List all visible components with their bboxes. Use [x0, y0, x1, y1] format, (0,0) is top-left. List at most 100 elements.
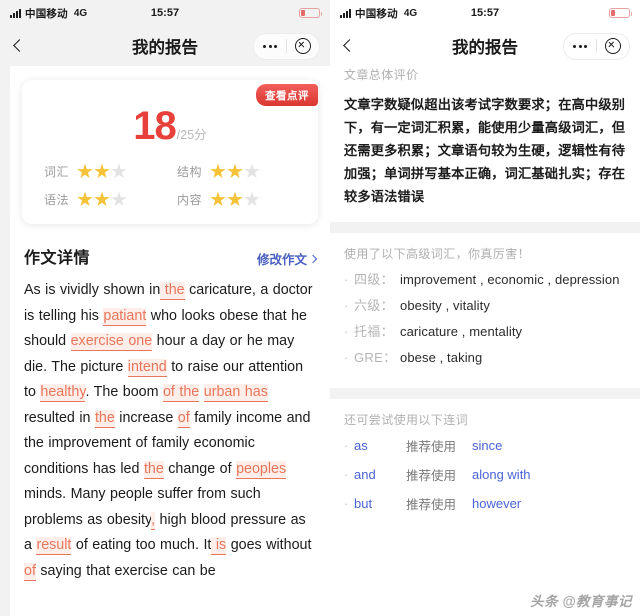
status-left-group: 中国移动 4G: [340, 6, 417, 21]
close-circle-icon: [295, 38, 311, 54]
more-menu-button[interactable]: [254, 34, 286, 59]
right-content: 文章总体评价 文章字数疑似超出该考试字数要求；在高中级别下，有一定词汇积累，能使…: [330, 66, 640, 616]
carrier-label: 中国移动: [25, 7, 68, 20]
star-filled-icon: [227, 191, 243, 207]
vocabulary-list: · 四级： improvement , economic , depression ·…: [330, 268, 640, 388]
metric-label: 结构: [177, 165, 203, 179]
metric-grid: 词汇 结构 语法 内容: [22, 163, 318, 208]
essay-section-title: 作文详情: [24, 250, 91, 267]
conjunction-suggested-word[interactable]: however: [472, 496, 626, 511]
score-card: 查看点评 18/25分 词汇 结构 语法 内容: [22, 80, 318, 224]
ellipsis-icon: [573, 44, 587, 48]
vocabulary-row: · 托福： caricature , mentality: [344, 322, 626, 341]
back-button[interactable]: [340, 38, 356, 54]
metric-label: 内容: [177, 193, 203, 207]
left-phone-screen: 中国移动 4G 15:57 我的报告 查看点评 18/25分 词汇 结构 语法 …: [0, 0, 330, 616]
close-button[interactable]: [287, 34, 319, 59]
correction-token[interactable]: is: [211, 537, 227, 555]
essay-token: . The boom: [85, 384, 163, 400]
correction-token[interactable]: of: [24, 562, 36, 581]
vocabulary-row: · GRE： obese , taking: [344, 348, 626, 367]
vocabulary-row: · 六级： obesity , vitality: [344, 296, 626, 315]
conjunction-recommend-label: 推荐使用: [406, 498, 457, 512]
network-type-label: 4G: [73, 7, 88, 19]
essay-token: saying that exercise can be: [35, 562, 216, 579]
bullet-icon: ·: [344, 496, 349, 511]
essay-token: change of: [163, 460, 237, 477]
correction-token[interactable]: urban has: [203, 384, 268, 402]
star-empty-icon: [244, 191, 260, 207]
conjunction-suggested-word[interactable]: along with: [472, 467, 626, 482]
close-button[interactable]: [597, 34, 629, 59]
ellipsis-icon: [263, 44, 277, 48]
conjunction-original-word[interactable]: and: [354, 467, 406, 482]
correction-token[interactable]: exercise one: [70, 333, 153, 351]
more-menu-button[interactable]: [564, 34, 596, 59]
vocabulary-words: obese , taking: [400, 350, 483, 365]
star-filled-icon: [227, 163, 243, 179]
correction-token[interactable]: the: [143, 460, 164, 479]
score-display: 18/25分: [22, 104, 318, 149]
right-nav-bar: 我的报告: [330, 26, 640, 66]
carrier-label: 中国移动: [355, 7, 398, 20]
correction-token[interactable]: of: [177, 409, 190, 428]
vocabulary-level-label: 六级：: [354, 298, 394, 313]
conjunction-row: · and 推荐使用 along with: [344, 465, 626, 484]
summary-section-label: 文章总体评价: [344, 68, 419, 82]
star-filled-icon: [77, 163, 93, 179]
correction-token[interactable]: result: [36, 537, 72, 555]
metric-row: 内容: [177, 191, 310, 208]
bullet-icon: ·: [344, 324, 349, 339]
conjunction-section-label: 还可尝试使用以下连词: [344, 413, 469, 427]
left-nav-bar: 我的报告: [0, 26, 330, 66]
battery-icon: [299, 8, 322, 18]
signal-bars-icon: [340, 8, 351, 18]
correction-token[interactable]: of the: [162, 384, 200, 402]
star-empty-icon: [111, 163, 127, 179]
conjunction-recommend-label: 推荐使用: [406, 440, 457, 454]
section-divider: [330, 388, 640, 399]
essay-token: resulted in: [24, 409, 95, 426]
edit-essay-link[interactable]: 修改作文: [256, 249, 318, 268]
vocabulary-level-label: GRE：: [354, 350, 397, 365]
star-filled-icon: [77, 191, 93, 207]
vocabulary-section: 使用了以下高级词汇，你真厉害！ · 四级： improvement , econom…: [330, 233, 640, 388]
correction-token[interactable]: intend: [127, 358, 167, 377]
correction-token[interactable]: peoples: [236, 460, 287, 479]
bullet-icon: ·: [344, 298, 349, 313]
conjunction-suggested-word[interactable]: since: [472, 438, 626, 453]
essay-header: 作文详情 修改作文: [10, 224, 330, 276]
vocabulary-level-label: 四级：: [354, 272, 394, 287]
star-filled-icon: [210, 191, 226, 207]
conjunction-original-word[interactable]: as: [354, 438, 406, 453]
correction-token[interactable]: patiant: [103, 307, 147, 326]
metric-row: 词汇: [44, 163, 177, 180]
essay-token: As is vividly shown in: [24, 282, 161, 298]
conjunction-original-word[interactable]: but: [354, 496, 406, 511]
bullet-icon: ·: [344, 438, 349, 453]
metric-row: 语法: [44, 191, 177, 208]
correction-token[interactable]: healthy: [40, 384, 86, 402]
view-comment-badge[interactable]: 查看点评: [256, 84, 318, 106]
back-button[interactable]: [10, 38, 26, 54]
bullet-icon: ·: [344, 350, 349, 365]
vocabulary-section-label: 使用了以下高级词汇，你真厉害！: [344, 247, 531, 261]
vocabulary-row: · 四级： improvement , economic , depression: [344, 270, 626, 289]
miniprogram-capsule: [253, 32, 320, 60]
summary-text: 文章字数疑似超出该考试字数要求；在高中级别下，有一定词汇积累，能使用少量高级词汇…: [344, 97, 626, 204]
vocabulary-words: improvement , economic , depression: [400, 272, 620, 287]
vocabulary-level-label: 托福：: [354, 324, 394, 339]
star-empty-icon: [111, 191, 127, 207]
correction-token[interactable]: the: [94, 409, 115, 428]
right-status-bar: 中国移动 4G 15:57: [330, 0, 640, 26]
miniprogram-capsule: [563, 32, 630, 60]
conjunction-list: · as 推荐使用 since · and 推荐使用 along with · but 推荐使用 ho…: [330, 434, 640, 533]
correction-token[interactable]: the: [160, 282, 185, 300]
left-status-bar: 中国移动 4G 15:57: [0, 0, 330, 26]
battery-icon: [609, 8, 632, 18]
essay-token: increase: [114, 409, 178, 426]
star-empty-icon: [244, 163, 260, 179]
edit-essay-label: 修改作文: [256, 253, 307, 267]
essay-token: of eating too much. It: [71, 537, 212, 553]
essay-text: As is vividly shown in the caricature, a…: [10, 276, 330, 594]
